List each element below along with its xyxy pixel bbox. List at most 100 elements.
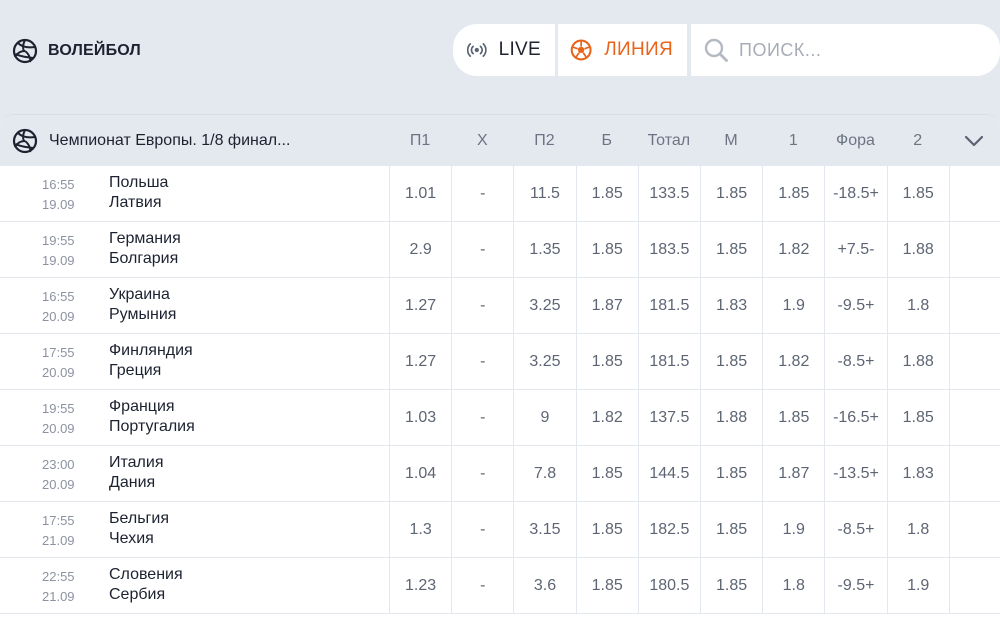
odds-cell-handicap[interactable]: -8.5+ (824, 502, 886, 557)
odds-cell-p2[interactable]: 3.25 (513, 334, 575, 389)
odds-cell-p1[interactable]: 1.3 (389, 502, 451, 557)
odds-cell-m[interactable]: 1.85 (700, 222, 762, 277)
odds-cell-p1[interactable]: 1.27 (389, 278, 451, 333)
odds-cell-p1[interactable]: 1.03 (389, 390, 451, 445)
odds-cell-total[interactable]: 181.5 (637, 334, 700, 389)
odds-cell-m[interactable]: 1.88 (700, 390, 762, 445)
odds-cell-h1[interactable]: 1.9 (762, 502, 824, 557)
odds-cell-p2[interactable]: 3.15 (513, 502, 575, 557)
odds-cell-m[interactable]: 1.85 (700, 502, 762, 557)
odds-cell-h2[interactable]: 1.85 (886, 166, 949, 221)
live-button[interactable]: LIVE (453, 24, 555, 76)
team-home: Польша (109, 174, 169, 191)
match-teams[interactable]: Финляндия Греция (109, 341, 193, 381)
odds-cell-h1[interactable]: 1.82 (762, 334, 824, 389)
match-row[interactable]: 23:00 20.09 Италия Дания 1.04-7.8 1.85 144.5 1.… (0, 446, 1000, 502)
odds-cell-p2[interactable]: 9 (513, 390, 575, 445)
odds-cell-h1[interactable]: 1.8 (762, 558, 824, 613)
odds-cell-h2[interactable]: 1.8 (886, 502, 949, 557)
odds-cell-handicap[interactable]: -18.5+ (824, 166, 886, 221)
column-header-p1: П1 (409, 132, 431, 149)
odds-cell-p2[interactable]: 11.5 (513, 166, 575, 221)
odds-cell-total[interactable]: 181.5 (637, 278, 700, 333)
odds-cell-total[interactable]: 133.5 (637, 166, 700, 221)
column-header-h1: 1 (788, 132, 798, 149)
line-button-label: ЛИНИЯ (604, 39, 673, 60)
odds-cell-h1[interactable]: 1.85 (762, 166, 824, 221)
odds-cell-p1[interactable]: 1.23 (389, 558, 451, 613)
odds-cell-h1[interactable]: 1.9 (762, 278, 824, 333)
search-box[interactable] (691, 24, 1000, 76)
odds-cell-h2[interactable]: 1.88 (886, 334, 949, 389)
match-row[interactable]: 17:55 21.09 Бельгия Чехия 1.3-3.15 1.85 182.5 1… (0, 502, 1000, 558)
odds-cell-p2[interactable]: 3.25 (513, 278, 575, 333)
odds-cell-total[interactable]: 183.5 (637, 222, 700, 277)
odds-cell-handicap[interactable]: -8.5+ (824, 334, 886, 389)
match-teams[interactable]: Франция Португалия (109, 397, 195, 437)
search-input[interactable] (739, 39, 979, 61)
odds-cell-handicap[interactable]: -13.5+ (824, 446, 886, 501)
match-datetime: 23:00 20.09 (42, 455, 75, 495)
odds-cell-h2[interactable]: 1.83 (886, 446, 949, 501)
odds-cell-h2[interactable]: 1.88 (886, 222, 949, 277)
odds-cell-h2[interactable]: 1.8 (886, 278, 949, 333)
odds-cell-h1[interactable]: 1.85 (762, 390, 824, 445)
odds-cell-b[interactable]: 1.85 (575, 222, 638, 277)
match-teams[interactable]: Германия Болгария (109, 229, 181, 269)
match-teams[interactable]: Польша Латвия (109, 173, 168, 213)
odds-cell-h1[interactable]: 1.87 (762, 446, 824, 501)
match-teams[interactable]: Бельгия Чехия (109, 509, 169, 549)
odds-cell-m[interactable]: 1.85 (700, 558, 762, 613)
odds-cell-h2[interactable]: 1.9 (886, 558, 949, 613)
odds-cell-total[interactable]: 182.5 (637, 502, 700, 557)
match-teams[interactable]: Словения Сербия (109, 565, 183, 605)
odds-cell-handicap[interactable]: -9.5+ (824, 558, 886, 613)
odds-cell-total[interactable]: 180.5 (637, 558, 700, 613)
match-teams[interactable]: Италия Дания (109, 453, 163, 493)
odds-cell-total[interactable]: 137.5 (637, 390, 700, 445)
match-datetime: 17:55 21.09 (42, 511, 75, 551)
odds-cell-p1[interactable]: 1.04 (389, 446, 451, 501)
odds-cell-b[interactable]: 1.85 (575, 502, 638, 557)
odds-cell-m[interactable]: 1.85 (700, 166, 762, 221)
odds-cell-handicap[interactable]: -9.5+ (824, 278, 886, 333)
odds-cell-b[interactable]: 1.87 (575, 278, 638, 333)
odds-cell-b[interactable]: 1.85 (575, 334, 638, 389)
odds-cell-p2[interactable]: 3.6 (513, 558, 575, 613)
team-home: Украина (109, 286, 170, 303)
odds-cell-m[interactable]: 1.85 (700, 334, 762, 389)
odds-cell-total[interactable]: 144.5 (637, 446, 700, 501)
odds-cell-p2[interactable]: 1.35 (513, 222, 575, 277)
odds-cell-p1[interactable]: 1.01 (389, 166, 451, 221)
league-header[interactable]: Чемпионат Европы. 1/8 финал... П1 Х П2 Б Тот… (0, 114, 1000, 166)
odds-cell-b[interactable]: 1.82 (575, 390, 638, 445)
match-date: 20.09 (42, 365, 75, 380)
odds-cell-b[interactable]: 1.85 (575, 558, 638, 613)
odds-cell-p2[interactable]: 7.8 (513, 446, 575, 501)
match-row[interactable]: 22:55 21.09 Словения Сербия 1.23-3.6 1.85 180.… (0, 558, 1000, 614)
match-row[interactable]: 19:55 19.09 Германия Болгария 2.9-1.35 1.85 18… (0, 222, 1000, 278)
match-row[interactable]: 17:55 20.09 Финляндия Греция 1.27-3.25 1.85 18… (0, 334, 1000, 390)
line-button[interactable]: ЛИНИЯ (558, 24, 687, 76)
team-home: Италия (109, 454, 164, 471)
odds-cell-m[interactable]: 1.83 (700, 278, 762, 333)
column-header-total: Тотал (647, 132, 691, 149)
odds-cell-b[interactable]: 1.85 (575, 166, 638, 221)
odds-cell-handicap[interactable]: -16.5+ (824, 390, 886, 445)
row-end-cell (948, 334, 1000, 389)
match-time: 19:55 (42, 401, 75, 416)
odds-cell-p1[interactable]: 2.9 (389, 222, 451, 277)
odds-cell-b[interactable]: 1.85 (575, 446, 638, 501)
match-row[interactable]: 19:55 20.09 Франция Португалия 1.03-9 1.82 137… (0, 390, 1000, 446)
odds-cell-m[interactable]: 1.85 (700, 446, 762, 501)
match-date: 21.09 (42, 533, 75, 548)
chevron-down-icon[interactable] (962, 129, 986, 153)
row-end-cell (948, 166, 1000, 221)
odds-cell-handicap[interactable]: +7.5- (824, 222, 886, 277)
match-row[interactable]: 16:55 20.09 Украина Румыния 1.27-3.25 1.87 181… (0, 278, 1000, 334)
match-row[interactable]: 16:55 19.09 Польша Латвия 1.01-11.5 1.85 133.5… (0, 166, 1000, 222)
odds-cell-p1[interactable]: 1.27 (389, 334, 451, 389)
match-teams[interactable]: Украина Румыния (109, 285, 176, 325)
odds-cell-h1[interactable]: 1.82 (762, 222, 824, 277)
odds-cell-h2[interactable]: 1.85 (886, 390, 949, 445)
